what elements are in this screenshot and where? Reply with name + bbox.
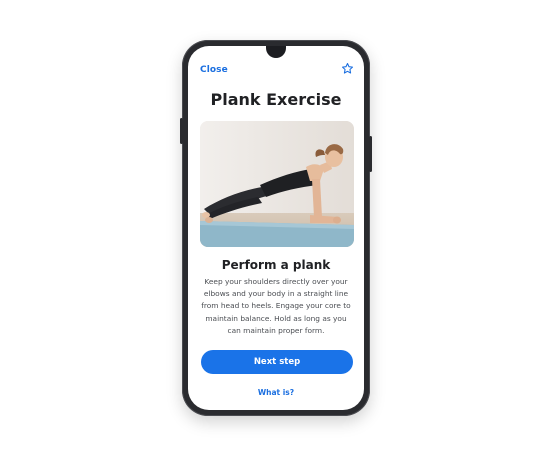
page-title: Plank Exercise bbox=[210, 90, 342, 109]
step-description: Keep your shoulders directly over your e… bbox=[201, 277, 351, 335]
stage: Close Plank Exercise Perform a plank Kee… bbox=[0, 0, 555, 455]
camera-notch bbox=[266, 46, 286, 58]
next-step-button[interactable]: Next step bbox=[201, 350, 353, 374]
exercise-image bbox=[200, 121, 354, 247]
phone-frame: Close Plank Exercise Perform a plank Kee… bbox=[180, 40, 372, 416]
phone-power-button bbox=[369, 136, 372, 172]
what-is-link[interactable]: What is? bbox=[188, 388, 364, 397]
plank-illustration bbox=[200, 121, 354, 247]
phone-screen: Close Plank Exercise Perform a plank Kee… bbox=[188, 46, 364, 410]
step-title: Perform a plank bbox=[221, 258, 331, 272]
star-icon[interactable] bbox=[341, 62, 354, 75]
close-button[interactable]: Close bbox=[200, 65, 228, 75]
phone-volume-button bbox=[180, 118, 183, 144]
